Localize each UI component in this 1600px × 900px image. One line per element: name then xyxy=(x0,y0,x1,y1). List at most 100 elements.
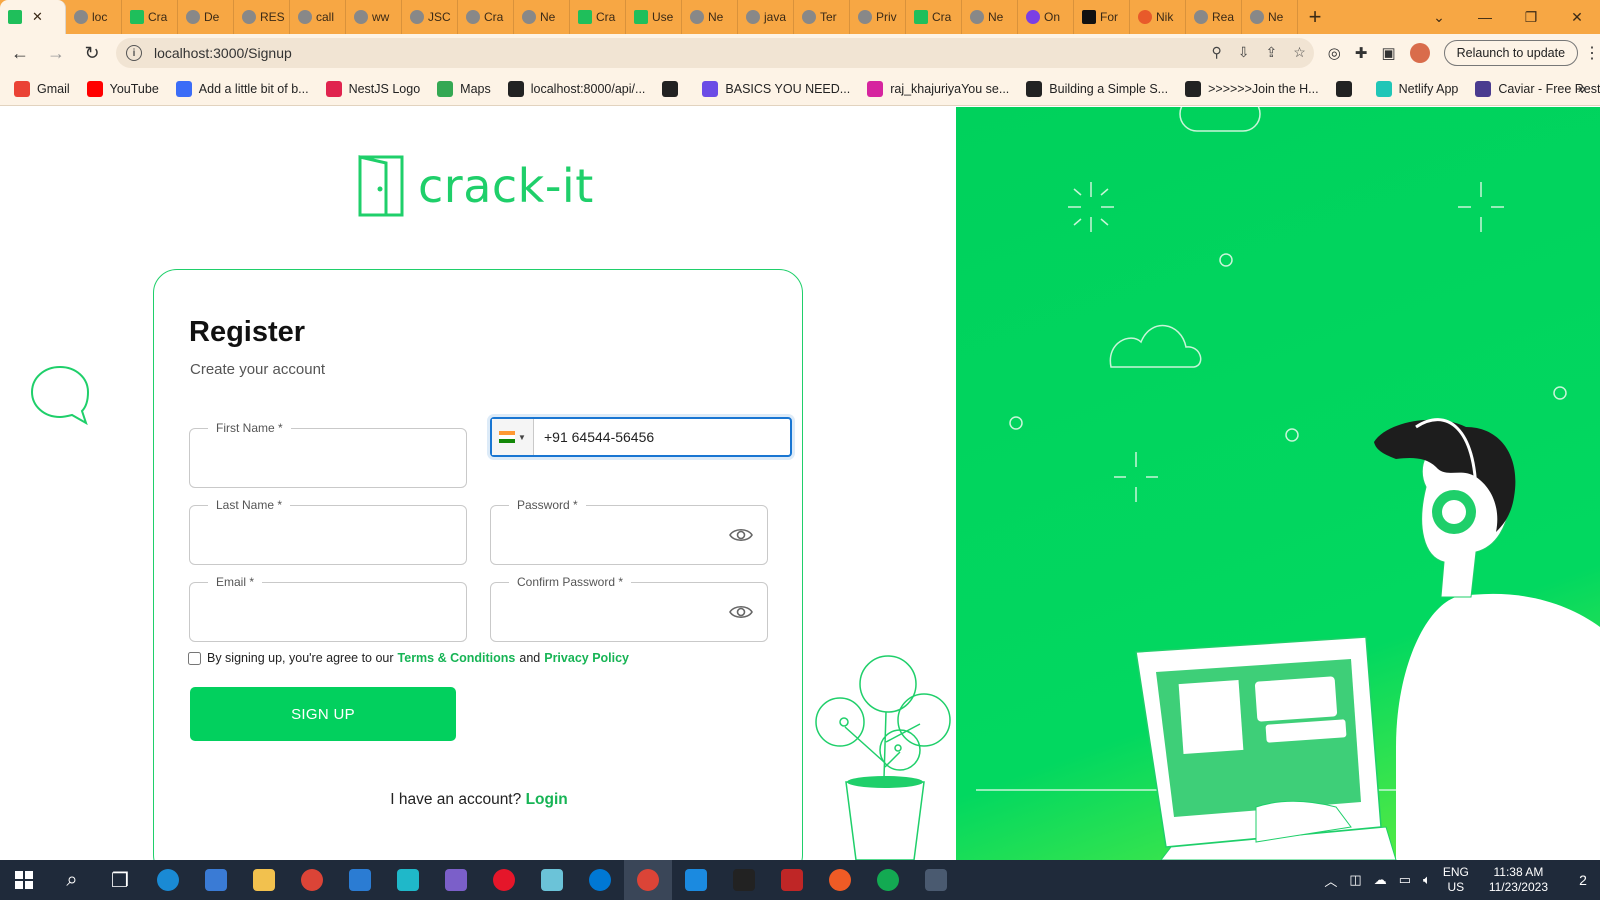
vscode-taskbar-button[interactable] xyxy=(672,860,720,900)
terminal-taskbar-button[interactable] xyxy=(720,860,768,900)
filezilla-taskbar-button[interactable] xyxy=(768,860,816,900)
first-name-field[interactable]: First Name * xyxy=(189,421,467,488)
browser-tab[interactable]: De xyxy=(178,0,234,34)
bookmark-item[interactable]: localhost:8000/api/... xyxy=(507,80,645,97)
browser-tab[interactable]: RES xyxy=(234,0,290,34)
task-view-taskbar-button[interactable]: ❐ xyxy=(96,860,144,900)
notepad-taskbar-button[interactable] xyxy=(528,860,576,900)
location-icon[interactable]: ⚲ xyxy=(1211,44,1221,61)
browser-tab[interactable]: Rea xyxy=(1186,0,1242,34)
extension-icon[interactable]: ◎ xyxy=(1328,44,1341,62)
share-icon[interactable]: ⇪ xyxy=(1265,44,1277,61)
show-password-icon[interactable] xyxy=(729,526,753,544)
terms-link[interactable]: Terms & Conditions xyxy=(398,651,516,665)
privacy-link[interactable]: Privacy Policy xyxy=(544,651,629,665)
browser-tab[interactable]: Use xyxy=(626,0,682,34)
browser-tab[interactable]: Nik xyxy=(1130,0,1186,34)
bookmark-item[interactable]: Building a Simple S... xyxy=(1026,80,1168,97)
clock[interactable]: 11:38 AM 11/23/2023 xyxy=(1489,865,1548,895)
chrome-taskbar-button[interactable] xyxy=(288,860,336,900)
profile-avatar[interactable] xyxy=(1409,43,1430,63)
browser-tab[interactable]: On xyxy=(1018,0,1074,34)
email-input[interactable] xyxy=(204,603,434,627)
install-icon[interactable]: ⇩ xyxy=(1238,44,1250,61)
tab-search-icon[interactable]: ⌄ xyxy=(1416,9,1462,26)
first-name-input[interactable] xyxy=(204,449,434,473)
site-info-icon[interactable]: i xyxy=(126,45,142,61)
store-taskbar-button[interactable] xyxy=(192,860,240,900)
mail-taskbar-button[interactable] xyxy=(336,860,384,900)
password-input[interactable] xyxy=(505,526,735,550)
skype-taskbar-button[interactable] xyxy=(576,860,624,900)
bookmark-item[interactable]: NestJS Logo xyxy=(325,80,420,97)
browser-tab[interactable]: Cra xyxy=(122,0,178,34)
browser-tab[interactable]: loc xyxy=(66,0,122,34)
show-confirm-password-icon[interactable] xyxy=(729,603,753,621)
browser-tab[interactable]: Cra xyxy=(458,0,514,34)
browser-tab[interactable]: Cra xyxy=(570,0,626,34)
bookmark-item[interactable]: YouTube xyxy=(86,80,159,97)
postman-taskbar-button[interactable] xyxy=(816,860,864,900)
menu-kebab-icon[interactable]: ⋮ xyxy=(1584,43,1600,63)
mongodb-compass-taskbar-button[interactable] xyxy=(864,860,912,900)
chrome-active-taskbar-button[interactable] xyxy=(624,860,672,900)
browser-tab[interactable]: call xyxy=(290,0,346,34)
minimize-button[interactable]: — xyxy=(1462,9,1508,25)
browser-tab[interactable]: Ne xyxy=(1242,0,1298,34)
browser-tab[interactable]: Ne xyxy=(682,0,738,34)
email-field[interactable]: Email * xyxy=(189,575,467,642)
bookmark-item[interactable]: Netlify App xyxy=(1375,80,1458,97)
browser-tab[interactable]: java xyxy=(738,0,794,34)
edge-taskbar-button[interactable] xyxy=(144,860,192,900)
browser-tab[interactable]: ww xyxy=(346,0,402,34)
bookmark-item[interactable]: BASICS YOU NEED... xyxy=(702,80,850,97)
search-taskbar-button[interactable]: ⌕ xyxy=(48,860,96,900)
browser-tab[interactable]: For xyxy=(1074,0,1130,34)
file-explorer-taskbar-button[interactable] xyxy=(240,860,288,900)
restore-button[interactable]: ❐ xyxy=(1508,9,1554,26)
bookmark-item[interactable] xyxy=(662,80,685,97)
terms-checkbox[interactable] xyxy=(188,651,201,665)
3d-viewer-taskbar-button[interactable] xyxy=(384,860,432,900)
browser-tab[interactable]: ✕ xyxy=(0,0,66,34)
login-link[interactable]: Login xyxy=(526,791,568,808)
bookmark-item[interactable]: >>>>>>Join the H... xyxy=(1185,80,1319,97)
bookmark-item[interactable]: Maps xyxy=(437,80,491,97)
close-tab-icon[interactable]: ✕ xyxy=(32,9,43,25)
onedrive-icon[interactable]: ☁ xyxy=(1374,872,1387,888)
browser-tab[interactable]: Ne xyxy=(514,0,570,34)
sidebar-icon[interactable]: ▣ xyxy=(1381,44,1395,62)
forward-button[interactable]: → xyxy=(40,37,72,69)
tray-chevron-icon[interactable]: ︿ xyxy=(1324,871,1337,890)
language-indicator[interactable]: ENG US xyxy=(1443,865,1469,895)
reload-button[interactable]: ↻ xyxy=(76,37,108,69)
visual-studio-taskbar-button[interactable] xyxy=(432,860,480,900)
last-name-input[interactable] xyxy=(204,526,434,550)
confirm-password-input[interactable] xyxy=(505,603,735,627)
close-window-button[interactable]: ✕ xyxy=(1554,9,1600,26)
browser-tab[interactable]: Ter xyxy=(794,0,850,34)
bookmark-item[interactable]: Gmail xyxy=(14,80,70,97)
windows-start-button[interactable] xyxy=(0,860,48,900)
notification-center-button[interactable]: 2 xyxy=(1566,872,1600,888)
bookmark-item[interactable]: raj_khajuriyaYou se... xyxy=(867,80,1009,97)
network-icon[interactable]: ▭ xyxy=(1399,872,1411,888)
extensions-puzzle-icon[interactable]: ✚ xyxy=(1355,44,1368,62)
browser-tab[interactable]: Priv xyxy=(850,0,906,34)
browser-tab[interactable]: Cra xyxy=(906,0,962,34)
bookmark-item[interactable]: Add a little bit of b... xyxy=(175,80,309,97)
meet-icon[interactable]: ◫ xyxy=(1349,872,1361,888)
address-bar[interactable]: i localhost:3000/Signup ⚲ ⇩ ⇪ ☆ xyxy=(116,38,1314,68)
phone-field[interactable]: ▼ xyxy=(490,417,792,457)
last-name-field[interactable]: Last Name * xyxy=(189,498,467,565)
new-tab-button[interactable]: + xyxy=(1298,0,1332,34)
bookmark-star-icon[interactable]: ☆ xyxy=(1293,44,1306,61)
opera-taskbar-button[interactable] xyxy=(480,860,528,900)
confirm-password-field[interactable]: Confirm Password * xyxy=(490,575,768,642)
signup-button[interactable]: SIGN UP xyxy=(190,687,456,741)
country-select[interactable]: ▼ xyxy=(492,419,534,455)
calculator-taskbar-button[interactable] xyxy=(912,860,960,900)
password-field[interactable]: Password * xyxy=(490,498,768,565)
phone-input[interactable] xyxy=(544,429,774,445)
back-button[interactable]: ← xyxy=(4,37,36,69)
